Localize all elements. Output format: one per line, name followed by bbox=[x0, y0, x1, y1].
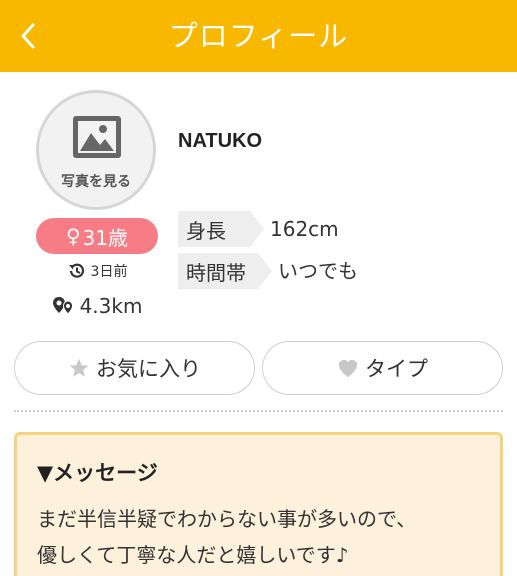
history-icon bbox=[68, 263, 84, 278]
photo-label: 写真を見る bbox=[61, 174, 131, 190]
distance: 4.3km bbox=[36, 292, 158, 320]
type-button[interactable]: タイプ bbox=[262, 341, 503, 395]
height-value: 162cm bbox=[270, 217, 339, 241]
distance-text: 4.3km bbox=[79, 294, 143, 318]
message-title: ▼メッセージ bbox=[37, 461, 158, 485]
height-label: 身長 bbox=[178, 211, 264, 247]
time-slot-value: いつでも bbox=[278, 259, 358, 283]
page-title: プロフィール bbox=[168, 19, 349, 53]
favorite-label: お気に入り bbox=[96, 357, 201, 381]
message-body: まだ半信半疑でわからない事が多いので、 優しくて丁寧な人だと嬉しいです♪ bbox=[37, 501, 497, 573]
app-header: プロフィール bbox=[0, 0, 517, 72]
heart-icon bbox=[338, 359, 358, 378]
message-line: 優しくて丁寧な人だと嬉しいです♪ bbox=[37, 543, 349, 567]
female-icon: ♀ bbox=[65, 224, 81, 248]
age-text: 31歳 bbox=[82, 225, 129, 250]
age-badge: ♀ 31歳 bbox=[36, 218, 158, 254]
message-line: まだ半信半疑でわからない事が多いので、 bbox=[37, 507, 417, 531]
image-icon bbox=[73, 116, 121, 158]
last-login: 3日前 bbox=[36, 260, 158, 282]
star-icon bbox=[69, 358, 89, 377]
profile-photo-button[interactable]: 写真を見る bbox=[36, 90, 156, 210]
divider bbox=[14, 410, 503, 412]
message-section: ▼メッセージ まだ半信半疑でわからない事が多いので、 優しくて丁寧な人だと嬉しい… bbox=[14, 432, 503, 576]
last-login-text: 3日前 bbox=[90, 264, 128, 280]
location-pins-icon bbox=[52, 297, 73, 315]
username: NATUKO bbox=[178, 130, 263, 152]
type-label: タイプ bbox=[365, 357, 428, 381]
favorite-button[interactable]: お気に入り bbox=[14, 341, 255, 395]
time-slot-label: 時間帯 bbox=[178, 253, 272, 289]
